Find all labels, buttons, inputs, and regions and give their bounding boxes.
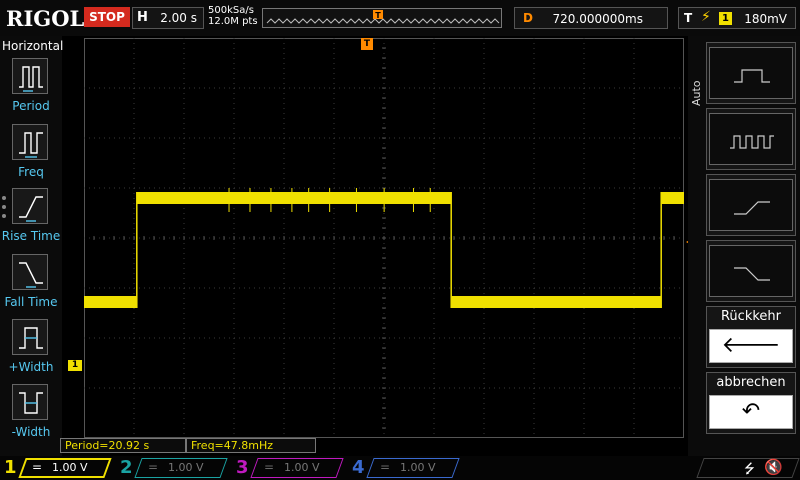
- cancel-button[interactable]: ↶: [709, 395, 793, 429]
- period-measurement: Period=20.92 s: [60, 438, 186, 453]
- timebase-box[interactable]: H 2.00 s: [132, 7, 204, 29]
- memory-trigger-marker: T: [375, 11, 381, 20]
- ch1-trace-segment: [136, 192, 452, 204]
- sample-rate: 500kSa/s: [208, 5, 254, 16]
- pulse-train-icon: [709, 113, 793, 165]
- channel1-offset-marker[interactable]: 1: [68, 360, 82, 371]
- cancel-softkey[interactable]: abbrechen ↶: [706, 372, 796, 434]
- memory-waveform-preview: T: [266, 10, 500, 24]
- channel-2-number: 2: [120, 457, 133, 478]
- rising-edge-icon: [709, 179, 793, 231]
- period-label: Period: [12, 99, 50, 113]
- channel-4-number: 4: [352, 457, 365, 478]
- softkey-single-pulse[interactable]: [706, 42, 796, 104]
- trigger-label: T: [684, 11, 693, 25]
- single-pulse-icon: [709, 47, 793, 99]
- channel-2-coupling-icon: =: [148, 460, 159, 474]
- channel-1-scale: 1.00 V: [52, 461, 88, 474]
- delay-value: 720.000000ms: [552, 12, 643, 26]
- run-stop-indicator[interactable]: STOP: [84, 7, 130, 27]
- falling-edge-icon: [709, 245, 793, 297]
- measure-negative-width[interactable]: -Width: [0, 384, 62, 446]
- cancel-label: abbrechen: [716, 375, 786, 390]
- back-arrow-icon: 🡐: [721, 333, 781, 358]
- trigger-box[interactable]: T ⚡ 1 180mV: [678, 7, 796, 29]
- positive-width-label: +Width: [8, 360, 54, 374]
- channel-3-number: 3: [236, 457, 249, 478]
- measure-positive-width[interactable]: +Width: [0, 319, 62, 381]
- positive-width-icon: [12, 319, 48, 355]
- trigger-level: 180mV: [744, 12, 787, 26]
- delay-label: D: [523, 11, 533, 25]
- softkey-falling-edge[interactable]: [706, 240, 796, 302]
- channel-1-tab[interactable]: 1 = 1.00 V: [0, 456, 116, 480]
- usb-icon: ⭍: [744, 462, 755, 477]
- negative-width-icon: [12, 384, 48, 420]
- measure-freq[interactable]: Freq: [0, 124, 62, 186]
- frequency-measurement: Freq=47.8mHz: [186, 438, 316, 453]
- undo-icon: ↶: [741, 399, 761, 424]
- rise-time-icon: [12, 188, 48, 224]
- back-softkey[interactable]: Rückkehr 🡐: [706, 306, 796, 368]
- measure-menu-title: Horizontal: [2, 39, 64, 53]
- auto-label: Auto: [690, 80, 703, 106]
- channel-status-bar: 1 = 1.00 V 2 = 1.00 V 3 = 1.00 V 4 = 1.0…: [0, 456, 800, 480]
- channel-1-number: 1: [4, 457, 17, 478]
- channel-3-scale: 1.00 V: [284, 461, 320, 474]
- channel-4-coupling-icon: =: [380, 460, 391, 474]
- acquisition-info: 500kSa/s 12.0M pts: [208, 5, 258, 27]
- freq-label: Freq: [18, 165, 44, 179]
- waveform-display[interactable]: [84, 38, 684, 438]
- back-button[interactable]: 🡐: [709, 329, 793, 363]
- channel-3-coupling-icon: =: [264, 460, 275, 474]
- rigol-logo: RIGOL: [6, 6, 85, 31]
- rise-time-label: Rise Time: [1, 229, 61, 243]
- channel-4-tab[interactable]: 4 = 1.00 V: [348, 456, 464, 480]
- ch1-trace-segment: [451, 296, 662, 308]
- rising-edge-trigger-icon: ⚡: [701, 9, 711, 25]
- channel-2-tab[interactable]: 2 = 1.00 V: [116, 456, 232, 480]
- horizontal-label: H: [137, 10, 148, 25]
- trigger-position-marker[interactable]: T: [361, 38, 373, 50]
- fall-time-label: Fall Time: [4, 295, 58, 309]
- frequency-icon: [12, 124, 48, 160]
- timebase-value: 2.00 s: [160, 11, 197, 25]
- measure-fall-time[interactable]: Fall Time: [0, 254, 62, 316]
- negative-width-label: -Width: [11, 425, 51, 439]
- measure-menu: Horizontal Period Freq Rise Time Fall Ti…: [0, 36, 64, 456]
- measure-period[interactable]: Period: [0, 58, 62, 120]
- softkey-pulse-train[interactable]: [706, 108, 796, 170]
- fall-time-icon: [12, 254, 48, 290]
- trigger-source: 1: [719, 12, 732, 25]
- period-icon: [12, 58, 48, 94]
- measure-rise-time[interactable]: Rise Time: [0, 188, 62, 250]
- channel-4-scale: 1.00 V: [400, 461, 436, 474]
- softkey-rising-edge[interactable]: [706, 174, 796, 236]
- delay-box[interactable]: D 720.000000ms: [514, 7, 668, 29]
- channel-1-coupling-icon: =: [32, 460, 43, 474]
- graticule: [84, 38, 684, 438]
- ch1-trace-segment: [84, 296, 137, 308]
- softkey-menu: Auto Rückkehr 🡐 abbrechen ↶: [688, 36, 800, 456]
- channel-2-scale: 1.00 V: [168, 461, 204, 474]
- memory-depth: 12.0M pts: [208, 16, 258, 27]
- speaker-muted-icon[interactable]: 🔇: [764, 458, 783, 476]
- ch1-trace-segment: [661, 192, 684, 204]
- back-label: Rückkehr: [720, 309, 781, 324]
- channel-3-tab[interactable]: 3 = 1.00 V: [232, 456, 348, 480]
- memory-overview: T: [262, 8, 502, 28]
- top-status-bar: RIGOL STOP H 2.00 s 500kSa/s 12.0M pts T…: [0, 0, 800, 36]
